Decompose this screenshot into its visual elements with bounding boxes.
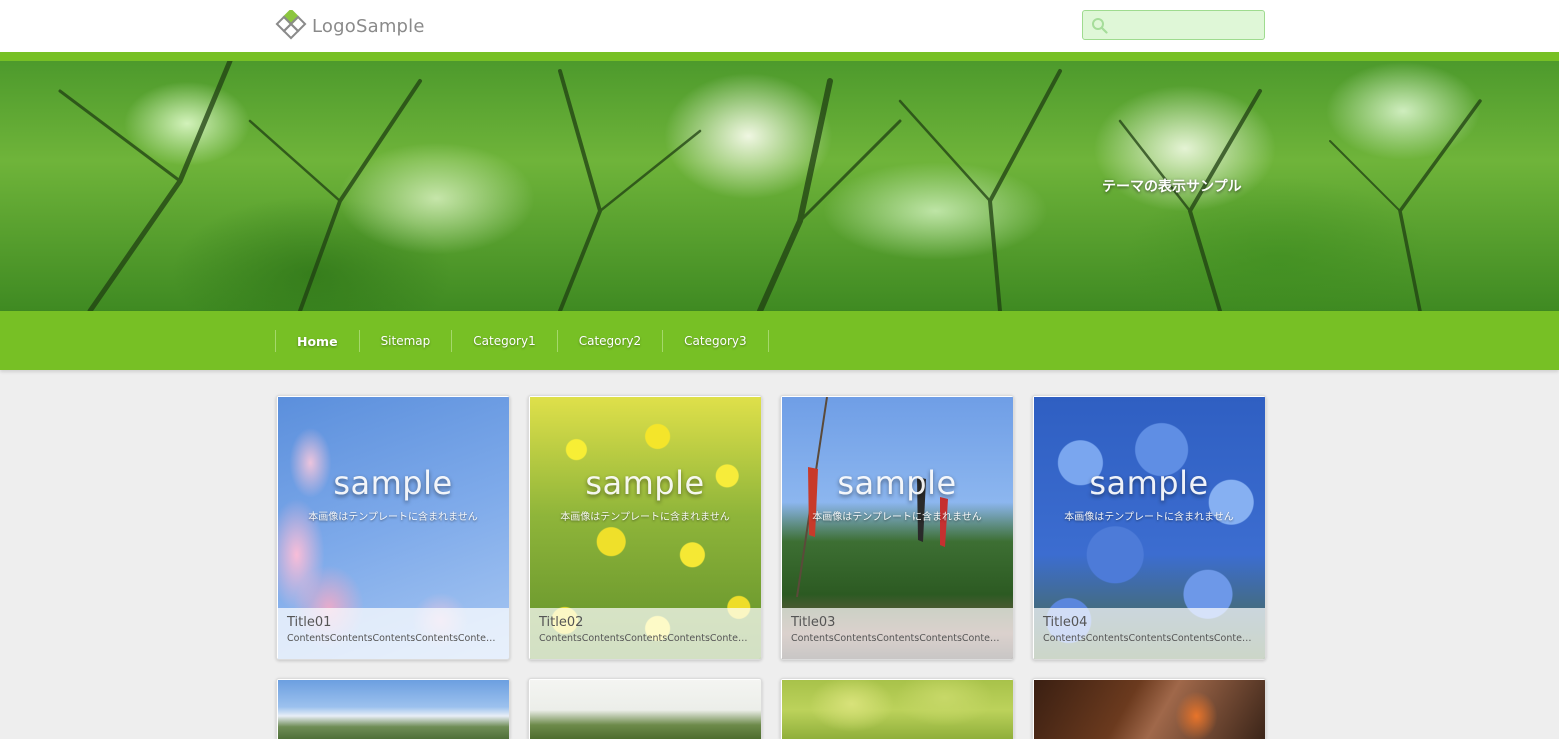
post-card-6[interactable] <box>528 678 762 739</box>
global-nav: Home Sitemap Category1 Category2 Categor… <box>0 311 1559 370</box>
sample-note: 本画像はテンプレートに含まれません <box>812 512 982 523</box>
card-caption: Title02 ContentsContentsContentsContents… <box>529 608 761 659</box>
card-caption: Title04 ContentsContentsContentsContents… <box>1033 608 1265 659</box>
hero-caption: テーマの表示サンプル <box>1102 179 1242 195</box>
post-thumbnail <box>1034 680 1265 739</box>
card-title: Title02 <box>539 615 584 630</box>
card-title: Title01 <box>287 615 332 630</box>
hero-banner: テーマの表示サンプル <box>0 61 1559 311</box>
card-excerpt: ContentsContentsContentsContentsConten… <box>287 633 499 644</box>
nav-item-home[interactable]: Home <box>276 330 360 352</box>
header-accent-bar <box>0 52 1559 61</box>
nav-item-category2[interactable]: Category2 <box>558 330 664 352</box>
nav-item-sitemap[interactable]: Sitemap <box>360 330 453 352</box>
logo-text: LogoSample <box>312 15 425 37</box>
post-card-5[interactable] <box>276 678 510 739</box>
card-caption: Title01 ContentsContentsContentsContents… <box>277 608 509 659</box>
search-icon <box>1092 18 1108 34</box>
sample-overlay-text: sample <box>1089 464 1209 502</box>
sample-overlay-text: sample <box>585 464 705 502</box>
post-thumbnail <box>530 680 761 739</box>
sample-note: 本画像はテンプレートに含まれません <box>560 512 730 523</box>
site-logo[interactable]: LogoSample <box>275 9 425 43</box>
post-thumbnail <box>278 680 509 739</box>
search-box[interactable] <box>1082 10 1265 40</box>
card-excerpt: ContentsContentsContentsContentsConten… <box>1043 633 1255 644</box>
card-title: Title04 <box>1043 615 1088 630</box>
post-thumbnail <box>782 680 1013 739</box>
search-input[interactable] <box>1113 14 1258 36</box>
tree-branches-illustration <box>58 61 1482 311</box>
card-caption: Title03 ContentsContentsContentsContents… <box>781 608 1013 659</box>
sample-note: 本画像はテンプレートに含まれません <box>308 512 478 523</box>
diamond-logo-icon <box>275 10 307 40</box>
post-card-1[interactable]: sample 本画像はテンプレートに含まれません Title01 Content… <box>276 395 510 660</box>
card-excerpt: ContentsContentsContentsContentsConten… <box>791 633 1003 644</box>
card-title: Title03 <box>791 615 836 630</box>
nav-list: Home Sitemap Category1 Category2 Categor… <box>275 330 769 352</box>
nav-item-category1[interactable]: Category1 <box>452 330 558 352</box>
sample-overlay-text: sample <box>333 464 453 502</box>
post-card-7[interactable] <box>780 678 1014 739</box>
card-excerpt: ContentsContentsContentsContentsConten… <box>539 633 751 644</box>
nav-item-category3[interactable]: Category3 <box>663 330 769 352</box>
sample-overlay-text: sample <box>837 464 957 502</box>
sample-note: 本画像はテンプレートに含まれません <box>1064 512 1234 523</box>
post-card-8[interactable] <box>1032 678 1266 739</box>
post-card-4[interactable]: sample 本画像はテンプレートに含まれません Title04 Content… <box>1032 395 1266 660</box>
post-card-3[interactable]: sample 本画像はテンプレートに含まれません Title03 Content… <box>780 395 1014 660</box>
site-header: LogoSample <box>0 0 1559 52</box>
post-card-2[interactable]: sample 本画像はテンプレートに含まれません Title02 Content… <box>528 395 762 660</box>
